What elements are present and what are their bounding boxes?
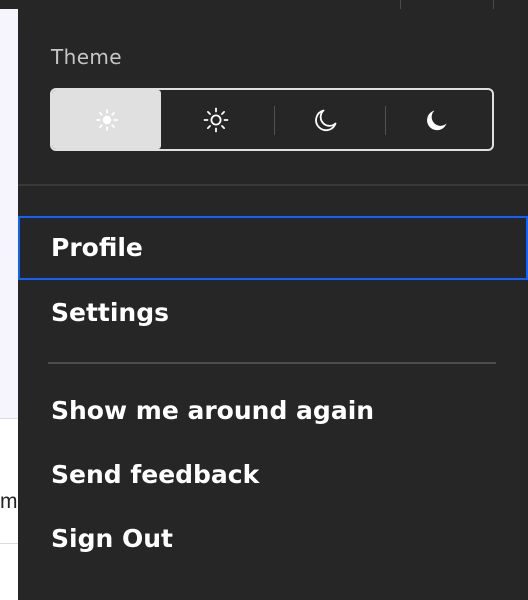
menu-divider — [48, 362, 496, 364]
background-divider — [0, 418, 18, 419]
theme-option-light[interactable] — [52, 90, 161, 149]
menu-item-settings[interactable]: Settings — [18, 281, 528, 345]
background-panel — [0, 0, 18, 418]
theme-option-dark[interactable] — [271, 90, 381, 149]
header-active-tab[interactable] — [400, 0, 494, 9]
sun-small-icon — [93, 106, 121, 134]
theme-option-dark-alt[interactable] — [382, 90, 492, 149]
background-divider — [0, 543, 18, 544]
menu-item-sign-out[interactable]: Sign Out — [18, 507, 528, 571]
theme-separator — [274, 106, 275, 135]
background-text-fragment: m — [0, 490, 18, 513]
menu-item-show-around[interactable]: Show me around again — [18, 379, 528, 443]
moon-filled-icon — [423, 106, 451, 134]
menu-item-send-feedback[interactable]: Send feedback — [18, 443, 528, 507]
background-page: m — [0, 0, 18, 600]
menu-item-profile[interactable]: Profile — [18, 216, 528, 280]
theme-label: Theme — [51, 45, 122, 69]
theme-separator — [385, 106, 386, 135]
moon-outline-icon — [312, 106, 340, 134]
menu-divider — [18, 184, 528, 186]
header-bar — [0, 0, 528, 9]
user-menu-dropdown: Theme Profile Settings Show me around ag… — [18, 9, 528, 600]
theme-option-light-alt[interactable] — [161, 90, 271, 149]
sun-outline-icon — [202, 106, 230, 134]
theme-switcher — [50, 88, 494, 151]
